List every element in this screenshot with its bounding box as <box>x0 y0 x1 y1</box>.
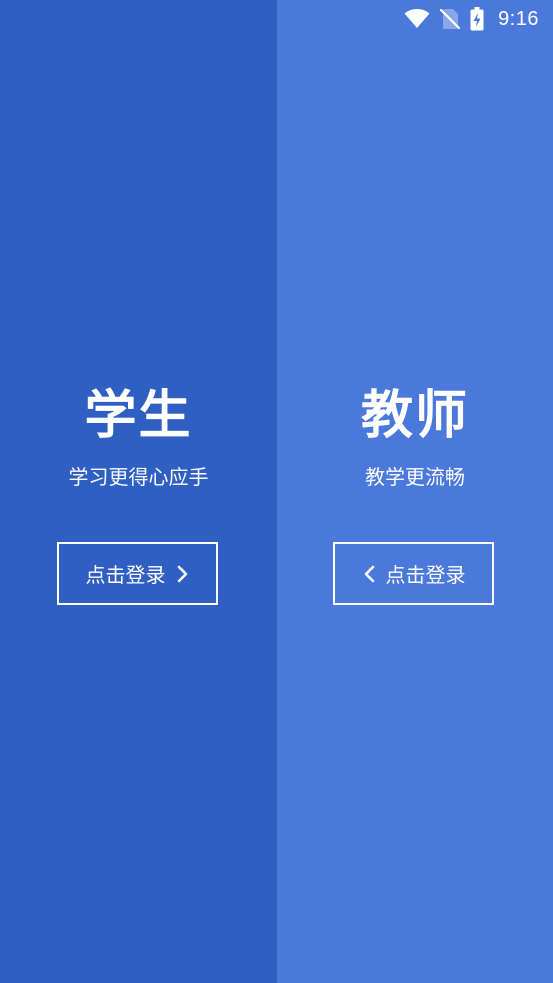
teacher-login-button[interactable]: 点击登录 <box>333 542 494 605</box>
student-login-button[interactable]: 点击登录 <box>57 542 218 605</box>
teacher-title: 教师 <box>360 386 469 446</box>
status-bar: 9:16 <box>353 0 553 38</box>
chevron-right-icon <box>176 565 190 583</box>
no-sim-icon <box>440 8 461 30</box>
student-panel[interactable]: 学生 学习更得心应手 点击登录 <box>0 0 277 983</box>
battery-charging-icon <box>470 7 484 31</box>
status-time: 9:16 <box>498 7 539 30</box>
wifi-icon <box>404 9 430 29</box>
teacher-panel[interactable]: 教师 教学更流畅 点击登录 <box>277 0 553 983</box>
student-title: 学生 <box>84 386 193 446</box>
student-login-label: 点击登录 <box>85 563 166 587</box>
chevron-left-icon <box>362 565 376 583</box>
student-subtitle: 学习更得心应手 <box>68 465 209 489</box>
teacher-login-label: 点击登录 <box>385 563 466 587</box>
teacher-subtitle: 教学更流畅 <box>365 465 465 489</box>
